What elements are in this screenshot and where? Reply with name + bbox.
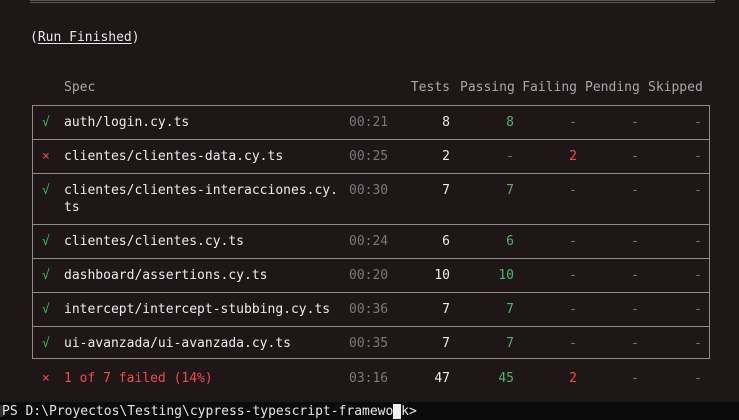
passing-count: 8 (506, 115, 514, 130)
tests-count: 2 (442, 149, 450, 164)
header-passing: Passing (460, 80, 515, 95)
spec-duration: 00:30 (349, 183, 389, 198)
header-tests: Tests (410, 80, 450, 95)
header-failing: Failing (522, 80, 577, 95)
spec-duration: 00:24 (349, 234, 389, 249)
skipped-count: - (694, 336, 702, 351)
spec-duration: 00:36 (349, 302, 389, 317)
failing-count: - (569, 336, 577, 351)
passing-count: 10 (498, 268, 514, 283)
table-row: × clientes/clientes-data.cy.ts 00:25 2 -… (0, 148, 739, 168)
skipped-count: - (694, 234, 702, 249)
failing-count: - (569, 268, 577, 283)
spec-name: ui-avanzada/ui-avanzada.cy.ts (64, 336, 291, 351)
passing-count: 7 (506, 302, 514, 317)
total-pending: - (631, 371, 639, 386)
spec-name-continued: ts (64, 200, 80, 215)
pass-check-icon: √ (42, 234, 50, 249)
total-failing: 2 (569, 371, 577, 386)
row-separator (32, 173, 710, 174)
tests-count: 7 (442, 336, 450, 351)
spec-duration: 00:20 (349, 268, 389, 283)
spec-name: auth/login.cy.ts (64, 115, 190, 130)
run-finished-title: (Run Finished) (30, 30, 140, 45)
failing-count: 2 (569, 149, 577, 164)
summary-label: 1 of 7 failed (14%) (64, 371, 213, 386)
pass-check-icon: √ (42, 302, 50, 317)
total-duration: 03:16 (349, 371, 389, 386)
separator-line (30, 0, 715, 9)
passing-count: 6 (506, 234, 514, 249)
pending-count: - (631, 115, 639, 130)
failing-count: - (569, 183, 577, 198)
failing-count: - (569, 115, 577, 130)
pass-check-icon: √ (42, 336, 50, 351)
fail-cross-icon: × (42, 371, 50, 386)
skipped-count: - (694, 268, 702, 283)
header-pending: Pending (585, 80, 640, 95)
spec-name: intercept/intercept-stubbing.cy.ts (64, 302, 331, 317)
tests-count: 10 (434, 268, 450, 283)
passing-count: 7 (506, 183, 514, 198)
spec-duration: 00:25 (349, 149, 389, 164)
total-skipped: - (694, 371, 702, 386)
tests-count: 8 (442, 115, 450, 130)
skipped-count: - (694, 115, 702, 130)
pending-count: - (631, 234, 639, 249)
table-row: √ ui-avanzada/ui-avanzada.cy.ts 00:35 7 … (0, 335, 739, 355)
spec-name: dashboard/assertions.cy.ts (64, 268, 268, 283)
tests-count: 6 (442, 234, 450, 249)
row-separator (32, 139, 710, 140)
failing-count: - (569, 302, 577, 317)
pass-check-icon: √ (42, 268, 50, 283)
row-separator (32, 292, 710, 293)
table-row: √ dashboard/assertions.cy.ts 00:20 10 10… (0, 267, 739, 287)
pending-count: - (631, 149, 639, 164)
skipped-count: - (694, 302, 702, 317)
row-separator (32, 224, 710, 225)
table-row: √ clientes/clientes-interacciones.cy. ts… (0, 182, 739, 218)
header-skipped: Skipped (648, 80, 703, 95)
left-edge-marker (0, 405, 3, 417)
total-tests: 47 (434, 371, 450, 386)
spec-duration: 00:35 (349, 336, 389, 351)
skipped-count: - (694, 183, 702, 198)
table-row: √ intercept/intercept-stubbing.cy.ts 00:… (0, 301, 739, 321)
pass-check-icon: √ (42, 115, 50, 130)
table-row: √ auth/login.cy.ts 00:21 8 8 - - - (0, 114, 739, 134)
tests-count: 7 (442, 302, 450, 317)
passing-count: 7 (506, 336, 514, 351)
total-passing: 45 (498, 371, 514, 386)
row-separator (32, 258, 710, 259)
passing-count: - (506, 149, 514, 164)
table-header: Spec Tests Passing Failing Pending Skipp… (0, 80, 739, 98)
spec-name: clientes/clientes-interacciones.cy. (64, 183, 338, 198)
fail-cross-icon: × (42, 149, 50, 164)
pending-count: - (631, 183, 639, 198)
cursor (393, 404, 401, 419)
spec-name: clientes/clientes.cy.ts (64, 234, 245, 249)
pending-count: - (631, 302, 639, 317)
pending-count: - (631, 336, 639, 351)
spec-name: clientes/clientes-data.cy.ts (64, 149, 284, 164)
tests-count: 7 (442, 183, 450, 198)
pass-check-icon: √ (42, 183, 50, 198)
table-row: √ clientes/clientes.cy.ts 00:24 6 6 - - … (0, 233, 739, 253)
header-spec: Spec (64, 80, 96, 95)
failing-count: - (569, 234, 577, 249)
pending-count: - (631, 268, 639, 283)
spec-duration: 00:21 (349, 115, 389, 130)
prompt-path: PS D:\Proyectos\Testing\cypress-typescri… (2, 404, 417, 419)
row-separator (32, 326, 710, 327)
terminal-prompt[interactable]: PS D:\Proyectos\Testing\cypress-typescri… (0, 402, 739, 420)
summary-row: × 1 of 7 failed (14%) 03:16 47 45 2 - - (0, 370, 739, 390)
skipped-count: - (694, 149, 702, 164)
